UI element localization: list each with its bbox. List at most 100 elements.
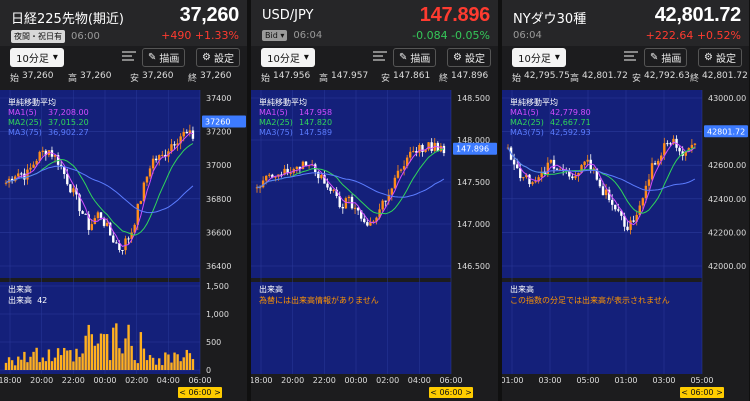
- volume-bar: [29, 356, 32, 370]
- nydow-panel[interactable]: NYダウ30種 42,801.72 06:04 +222.64 +0.52% 1…: [502, 0, 749, 401]
- volume-bar: [185, 349, 189, 370]
- pencil-icon: ✎: [399, 52, 408, 63]
- volume-bar: [176, 354, 179, 370]
- candle-body: [522, 177, 525, 179]
- volume-bar: [158, 358, 161, 370]
- ma-title: 単純移動平均: [510, 98, 558, 107]
- candle-body: [678, 147, 681, 152]
- y-tick-label: 147.500: [457, 178, 490, 187]
- candle-body: [393, 177, 397, 189]
- candle-body: [161, 154, 164, 156]
- low-value: 42,792.63: [644, 71, 690, 81]
- x-tick-label: 20:00: [281, 376, 304, 385]
- ohlc-row: 始 37,260 高 37,260 安 37,260 終 37,260: [0, 70, 247, 84]
- panel-header[interactable]: NYダウ30種 42,801.72 06:04 +222.64 +0.52%: [502, 0, 749, 46]
- candle-body: [666, 143, 669, 145]
- gear-icon: ⚙: [202, 52, 211, 63]
- draw-button[interactable]: ✎ 描画: [644, 48, 688, 67]
- volume-tick-label: 1,000: [206, 310, 229, 319]
- volume-bar: [161, 365, 164, 370]
- x-tick-label: 22:00: [313, 376, 336, 385]
- ma2-label: MA2(25): [259, 118, 293, 127]
- nikkei-panel[interactable]: 日経225先物(期近) 37,260 夜間・祝日有 06:00 +490 +1.…: [0, 0, 247, 401]
- candle-body: [515, 164, 519, 169]
- ma2-label: MA2(25): [8, 118, 42, 127]
- price-chart[interactable]: 148.500 148.000 147.500 147.000 146.500 18:00…: [251, 90, 498, 401]
- candle-body: [412, 151, 415, 153]
- candle-body: [614, 204, 617, 210]
- candle-body: [72, 188, 75, 193]
- candle-body: [326, 183, 329, 188]
- candle-body: [353, 207, 357, 209]
- low-value: 37,260: [142, 71, 174, 81]
- candle-body: [81, 211, 84, 214]
- indicator-list-icon[interactable]: [624, 51, 638, 63]
- candle-body: [574, 175, 577, 179]
- volume-bar: [7, 357, 11, 370]
- candle-body: [650, 163, 654, 180]
- change-percent: -0.05%: [451, 29, 490, 42]
- settings-button[interactable]: ⚙ 設定: [196, 48, 240, 67]
- open-label: 始: [10, 74, 20, 84]
- volume-bar: [69, 350, 72, 370]
- instrument-name: 日経225先物(期近): [11, 12, 124, 27]
- volume-bar: [93, 345, 97, 370]
- volume-bar: [10, 360, 14, 370]
- draw-button[interactable]: ✎ 描画: [393, 48, 437, 67]
- current-price-label: 37260: [205, 118, 230, 127]
- chart-toolbar: 10分足 ▾ ✎ 描画 ⚙ 設定: [251, 46, 498, 70]
- price-chart[interactable]: 37400 37200 37000 36800 36600 36400 18:00 20:00…: [0, 90, 247, 401]
- candle-body: [604, 189, 608, 196]
- y-tick-label: 42600.00: [708, 161, 746, 170]
- settings-button[interactable]: ⚙ 設定: [698, 48, 742, 67]
- time-badge-label: < 06:00 >: [681, 388, 723, 397]
- volume-bar: [173, 352, 176, 370]
- axis-area: [200, 90, 247, 401]
- candle-body: [571, 176, 574, 179]
- high-label: 高: [319, 74, 329, 84]
- candle-body: [66, 174, 69, 185]
- high-label: 高: [68, 74, 78, 84]
- panel-header[interactable]: USD/JPY 147.896 Bid ▾ 06:04 -0.084 -0.05…: [251, 0, 498, 46]
- y-tick-label: 36800: [206, 195, 231, 204]
- close-label: 終: [690, 74, 700, 84]
- x-tick-label: 05:00: [690, 376, 713, 385]
- volume-bar: [121, 353, 124, 370]
- ma-legend: 単純移動平均 MA1(5) 147.958 MA2(25) 147.820 MA3(…: [259, 98, 332, 138]
- x-tick-label: 00:00: [93, 376, 116, 385]
- x-tick-label: 06:00: [188, 376, 211, 385]
- candle-body: [139, 201, 143, 204]
- volume-bar: [133, 360, 136, 370]
- candle-body: [112, 235, 115, 243]
- usdjpy-panel[interactable]: USD/JPY 147.896 Bid ▾ 06:04 -0.084 -0.05…: [251, 0, 498, 401]
- panel-header[interactable]: 日経225先物(期近) 37,260 夜間・祝日有 06:00 +490 +1.…: [0, 0, 247, 46]
- current-price-label: 147.896: [456, 145, 489, 154]
- settings-label: 設定: [715, 54, 736, 65]
- gear-icon: ⚙: [453, 52, 462, 63]
- bid-select[interactable]: Bid ▾: [262, 30, 288, 41]
- candle-body: [148, 168, 152, 177]
- draw-button[interactable]: ✎ 描画: [142, 48, 186, 67]
- settings-button[interactable]: ⚙ 設定: [447, 48, 491, 67]
- ma1-value: 37,208.00: [48, 108, 89, 117]
- candle-body: [96, 212, 100, 219]
- session-tag[interactable]: 夜間・祝日有: [11, 30, 65, 43]
- indicator-list-icon[interactable]: [373, 51, 387, 63]
- interval-select[interactable]: 10分足 ▾: [10, 48, 64, 67]
- volume-value: 42: [37, 296, 48, 305]
- candle-body: [20, 173, 23, 175]
- interval-select[interactable]: 10分足 ▾: [512, 48, 566, 67]
- candle-body: [647, 179, 651, 186]
- pencil-icon: ✎: [148, 52, 157, 63]
- chart-toolbar: 10分足 ▾ ✎ 描画 ⚙ 設定: [0, 46, 247, 70]
- candle-body: [320, 175, 323, 179]
- x-tick-label: 01:00: [614, 376, 637, 385]
- interval-select[interactable]: 10分足 ▾: [261, 48, 315, 67]
- open-value: 42,795.75: [524, 71, 570, 81]
- price-chart[interactable]: 43000.0042800.0042600.0042400.0042200.00…: [502, 90, 749, 401]
- indicator-list-icon[interactable]: [122, 51, 136, 63]
- close-label: 終: [188, 74, 198, 84]
- close-value: 42,801.72: [702, 71, 748, 81]
- candle-body: [182, 131, 185, 137]
- candle-body: [170, 144, 173, 152]
